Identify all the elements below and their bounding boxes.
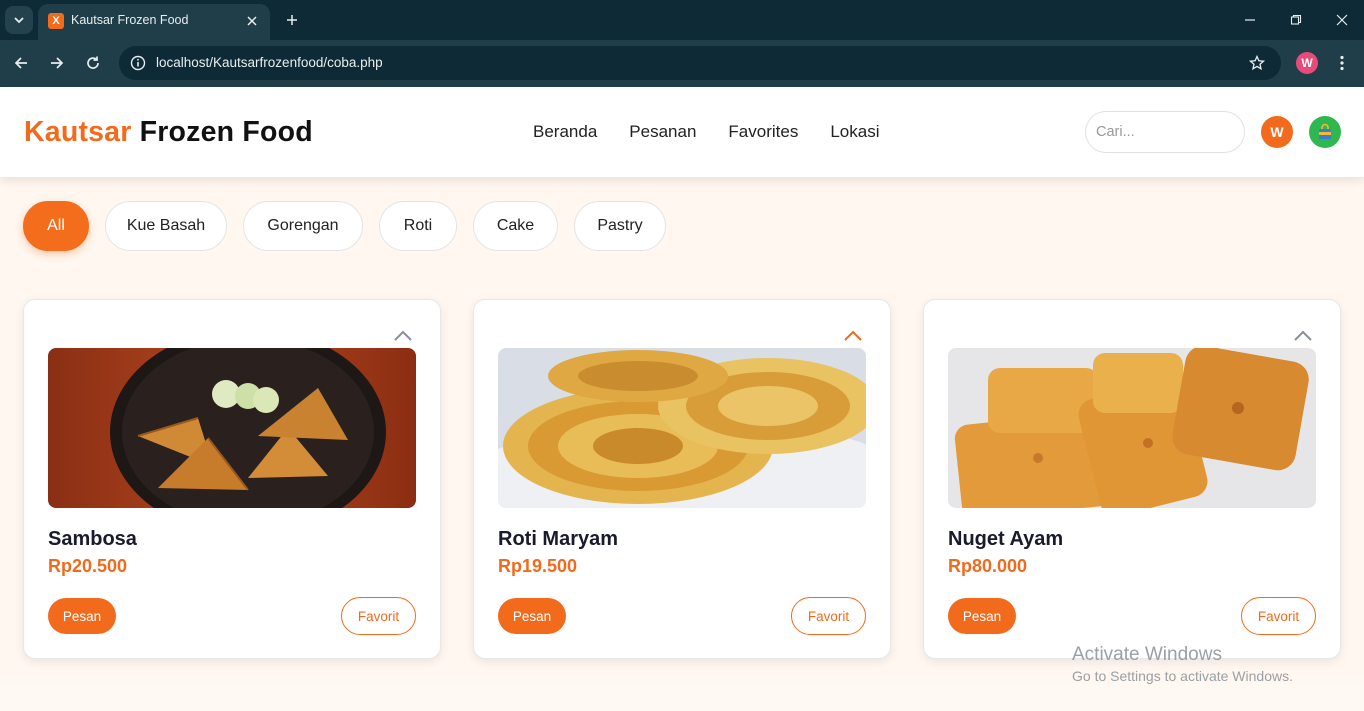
user-avatar[interactable]: W xyxy=(1261,116,1293,148)
nav-favorites-link[interactable]: Favorites xyxy=(728,122,798,142)
site-info-button[interactable] xyxy=(126,51,150,75)
main-nav: Beranda Pesanan Favorites Lokasi xyxy=(517,122,895,142)
watermark-title: Activate Windows xyxy=(1072,644,1222,665)
activate-windows-watermark: Activate Windows Go to Settings to activ… xyxy=(1072,644,1293,684)
site-header: Kautsar Frozen Food Beranda Pesanan Favo… xyxy=(0,87,1364,177)
close-icon xyxy=(247,16,257,26)
favorite-button[interactable]: Favorit xyxy=(791,597,866,635)
product-image-roti-maryam xyxy=(498,348,866,508)
product-price: Rp20.500 xyxy=(48,556,128,576)
chevron-up-icon[interactable] xyxy=(842,328,864,344)
browser-profile-avatar[interactable]: W xyxy=(1296,52,1318,74)
nav-lokasi-link[interactable]: Lokasi xyxy=(830,122,879,142)
chevron-down-icon xyxy=(14,17,24,24)
minimize-icon xyxy=(1245,19,1255,21)
minimize-button[interactable] xyxy=(1238,8,1262,32)
browser-menu-button[interactable] xyxy=(1332,51,1352,75)
filter-pastry-chip[interactable]: Pastry xyxy=(574,201,666,251)
product-name: Nuget Ayam xyxy=(948,528,1064,550)
page-footer-strip xyxy=(0,684,1364,711)
tab-title: Kautsar Frozen Food xyxy=(71,13,189,27)
reload-button[interactable] xyxy=(81,51,105,75)
chevron-up-icon[interactable] xyxy=(1292,328,1314,344)
product-image-sambosa xyxy=(48,348,416,508)
restore-icon xyxy=(1290,14,1302,25)
back-button[interactable] xyxy=(9,51,33,75)
product-name: Roti Maryam xyxy=(498,528,619,550)
more-vertical-icon xyxy=(1340,55,1344,71)
filter-cake-chip[interactable]: Cake xyxy=(473,201,558,251)
category-filters: All Kue Basah Gorengan Roti Cake Pastry xyxy=(23,201,682,251)
close-window-button[interactable] xyxy=(1330,8,1354,32)
filter-all-chip[interactable]: All xyxy=(23,201,89,251)
filter-kue-basah-chip[interactable]: Kue Basah xyxy=(105,201,227,251)
order-button[interactable]: Pesan xyxy=(948,598,1016,634)
watermark-subtitle: Go to Settings to activate Windows. xyxy=(1072,668,1293,684)
star-icon xyxy=(1249,55,1265,71)
xampp-favicon-icon: X xyxy=(48,13,64,29)
favorite-button[interactable]: Favorit xyxy=(341,597,416,635)
site-logo[interactable]: Kautsar Frozen Food xyxy=(24,116,313,149)
logo-text: Frozen Food xyxy=(131,116,313,148)
nav-pesanan-link[interactable]: Pesanan xyxy=(629,122,696,142)
product-image-nuget-ayam xyxy=(948,348,1316,508)
shopping-bag-icon xyxy=(1319,123,1331,139)
bookmark-button[interactable] xyxy=(1247,53,1267,73)
filter-roti-chip[interactable]: Roti xyxy=(379,201,457,251)
order-button[interactable]: Pesan xyxy=(48,598,116,634)
plus-icon xyxy=(287,15,297,25)
close-icon xyxy=(1336,14,1348,26)
url-text: localhost/Kautsarfrozenfood/coba.php xyxy=(156,55,383,70)
browser-tab[interactable]: X Kautsar Frozen Food xyxy=(38,4,270,40)
product-card-nuget-ayam: Nuget Ayam Rp80.000 Pesan Favorit xyxy=(923,299,1341,659)
logo-accent-text: Kautsar xyxy=(24,116,132,148)
product-name: Sambosa xyxy=(48,528,137,550)
reload-icon xyxy=(87,56,99,69)
restore-button[interactable] xyxy=(1284,8,1308,32)
browser-tab-strip: X Kautsar Frozen Food xyxy=(0,0,1364,40)
forward-button[interactable] xyxy=(45,51,69,75)
arrow-right-icon xyxy=(51,57,64,69)
browser-toolbar: localhost/Kautsarfrozenfood/coba.php W xyxy=(0,40,1364,87)
chevron-up-icon[interactable] xyxy=(392,328,414,344)
product-card-roti-maryam: Roti Maryam Rp19.500 Pesan Favorit xyxy=(473,299,891,659)
product-price: Rp19.500 xyxy=(498,556,578,576)
tab-search-button[interactable] xyxy=(5,6,33,34)
order-button[interactable]: Pesan xyxy=(498,598,566,634)
favorite-button[interactable]: Favorit xyxy=(1241,597,1316,635)
product-price: Rp80.000 xyxy=(948,556,1028,576)
product-card-sambosa: Sambosa Rp20.500 Pesan Favorit xyxy=(23,299,441,659)
address-bar[interactable]: localhost/Kautsarfrozenfood/coba.php xyxy=(119,46,1281,80)
tab-close-button[interactable] xyxy=(242,11,262,31)
filter-gorengan-chip[interactable]: Gorengan xyxy=(243,201,363,251)
search-input[interactable] xyxy=(1085,111,1245,153)
info-icon xyxy=(130,55,146,71)
arrow-left-icon xyxy=(14,57,27,69)
nav-beranda-link[interactable]: Beranda xyxy=(533,122,597,142)
new-tab-button[interactable] xyxy=(280,8,304,32)
cart-button[interactable] xyxy=(1309,116,1341,148)
